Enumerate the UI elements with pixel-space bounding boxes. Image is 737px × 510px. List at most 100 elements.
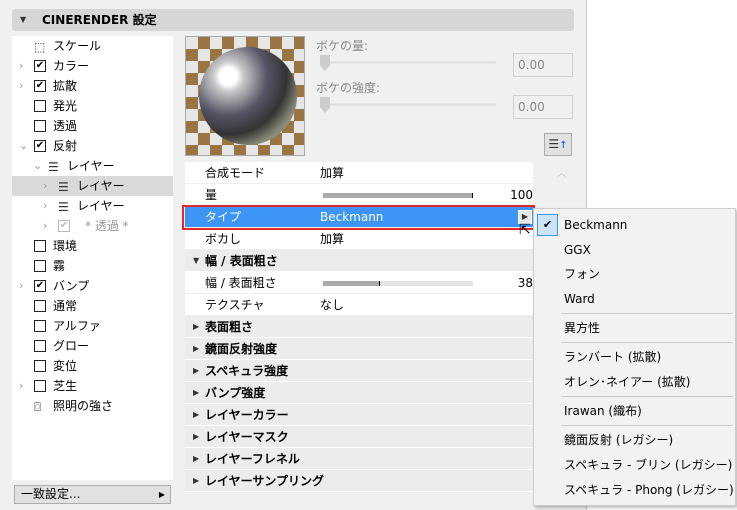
menu-item-label: Ward [564, 292, 595, 306]
tree-item[interactable]: グロー [12, 336, 173, 356]
tree-item[interactable]: 通常 [12, 296, 173, 316]
checkbox[interactable]: ✔ [34, 280, 46, 292]
bokeh-strength-field[interactable]: 0.00 [513, 95, 573, 119]
tree-item[interactable]: ⌄ ☰ レイヤー [12, 156, 173, 176]
collapsed-group[interactable]: ▶ 表面粗さ [185, 316, 533, 338]
tree-item[interactable]: 発光 [12, 96, 173, 116]
chevron-right-icon[interactable]: › [43, 196, 47, 216]
tree-item[interactable]: ⌄ ✔ 反射 [12, 136, 173, 156]
tree-item[interactable]: › ✔ バンプ [12, 276, 173, 296]
tree-item[interactable]: › ☰ レイヤー [12, 176, 173, 196]
tree-item[interactable]: › 芝生 [12, 376, 173, 396]
export-settings-button[interactable]: ☰↑ [544, 133, 572, 156]
checkbox[interactable] [34, 260, 46, 272]
tree-item-label: スケール [53, 39, 102, 53]
menu-item-label: Irawan (織布) [564, 404, 642, 418]
scroll-up-icon[interactable]: ︿ [557, 166, 566, 179]
checkbox[interactable] [34, 300, 46, 312]
checkbox[interactable]: ✔ [34, 60, 46, 72]
menu-item[interactable]: ランバート (拡散) [534, 345, 735, 369]
tree-item[interactable]: › ✔ カラー [12, 56, 173, 76]
chevron-right-icon[interactable]: › [43, 176, 47, 196]
checkbox[interactable] [34, 100, 46, 112]
tree-item-label: カラー [53, 59, 90, 73]
scale-icon: ⬚ [34, 40, 46, 54]
menu-item[interactable]: スペキュラ - ブリン (レガシー) [534, 453, 735, 477]
bokeh-strength-thumb[interactable] [320, 97, 330, 113]
menu-item[interactable]: ✔ Beckmann [534, 213, 735, 237]
collapsed-group[interactable]: ▶ レイヤーマスク [185, 426, 533, 448]
checkbox[interactable]: ✔ [58, 220, 70, 232]
tree-item[interactable]: 環境 [12, 236, 173, 256]
checkbox[interactable] [34, 340, 46, 352]
prop-value[interactable]: なし [320, 294, 344, 316]
bokeh-amount-thumb[interactable] [320, 55, 330, 71]
checkbox[interactable] [34, 240, 46, 252]
tree-item[interactable]: › ✔ * 透過 * [12, 216, 173, 236]
bokeh-strength-slider[interactable] [320, 103, 496, 106]
menu-item[interactable]: スペキュラ - Phong (レガシー) [534, 478, 735, 502]
menu-separator [561, 396, 733, 397]
collapsed-triangle-icon: ▶ [193, 344, 200, 353]
menu-item[interactable]: Ward [534, 287, 735, 311]
collapsed-group[interactable]: ▶ 鏡面反射強度 [185, 338, 533, 360]
menu-item[interactable]: フォン [534, 262, 735, 286]
menu-item[interactable]: Irawan (織布) [534, 399, 735, 423]
chevron-right-icon[interactable]: › [19, 56, 23, 76]
menu-item[interactable]: オレン･ネイアー (拡散) [534, 370, 735, 394]
prop-row-width[interactable]: 幅 / 表面粗さ 38 [185, 272, 533, 294]
preview-sphere [199, 47, 297, 145]
tree-item-label: レイヤー [77, 179, 125, 193]
chevron-down-icon[interactable]: ⌄ [33, 156, 42, 176]
tree-item[interactable]: ⌼ 照明の強さ [12, 396, 173, 416]
group-label: 表面粗さ [205, 320, 254, 334]
chevron-right-icon[interactable]: › [43, 216, 47, 236]
collapsed-group[interactable]: ▶ スペキュラ強度 [185, 360, 533, 382]
prop-row-blur[interactable]: ボカし 加算 [185, 228, 533, 250]
checkbox[interactable]: ✔ [34, 140, 46, 152]
chevron-right-icon[interactable]: › [19, 276, 23, 296]
prop-row-amount[interactable]: 量 100 [185, 184, 533, 206]
checkbox[interactable] [34, 360, 46, 372]
light-intensity-icon: ⌼ [34, 400, 42, 414]
menu-item-label: フォン [564, 267, 601, 281]
checkbox[interactable]: ✔ [34, 80, 46, 92]
chevron-right-icon[interactable]: › [19, 376, 23, 396]
tree-item[interactable]: ⬚ スケール [12, 36, 173, 56]
amount-slider[interactable] [323, 193, 473, 198]
checkbox[interactable] [34, 120, 46, 132]
prop-label: 量 [205, 188, 218, 202]
amount-value[interactable]: 100 [493, 184, 533, 206]
width-slider[interactable] [323, 281, 473, 286]
collapsed-group[interactable]: ▶ レイヤーサンプリング [185, 470, 533, 492]
collapsed-group[interactable]: ▶ バンプ強度 [185, 382, 533, 404]
match-settings-button[interactable]: 一致設定... ▶ [14, 485, 171, 504]
tree-item[interactable]: 透過 [12, 116, 173, 136]
menu-item[interactable]: 異方性 [534, 316, 735, 340]
tree-item[interactable]: › ☰ レイヤー [12, 196, 173, 216]
chevron-right-icon[interactable]: › [19, 76, 23, 96]
collapsed-group[interactable]: ▶ レイヤーフレネル [185, 448, 533, 470]
tree-item[interactable]: 変位 [12, 356, 173, 376]
checkbox[interactable] [34, 320, 46, 332]
collapsed-group[interactable]: ▶ レイヤーカラー [185, 404, 533, 426]
panel-header[interactable]: ▼ CINERENDER 設定 [12, 9, 574, 31]
menu-item-label: ランバート (拡散) [564, 350, 662, 364]
tree-item-label: レイヤー [67, 159, 115, 173]
bokeh-amount-field[interactable]: 0.00 [513, 53, 573, 77]
prop-label: 幅 / 表面粗さ [205, 276, 277, 290]
menu-item[interactable]: 鏡面反射 (レガシー) [534, 428, 735, 452]
prop-row-texture[interactable]: テクスチャ なし [185, 294, 533, 316]
menu-item[interactable]: GGX [534, 238, 735, 262]
tree-item[interactable]: アルファ [12, 316, 173, 336]
prop-value[interactable]: 加算 [320, 162, 344, 184]
checkbox[interactable] [34, 380, 46, 392]
tree-item[interactable]: 霧 [12, 256, 173, 276]
chevron-down-icon[interactable]: ⌄ [19, 136, 28, 156]
group-width-roughness[interactable]: ▼ 幅 / 表面粗さ [185, 250, 533, 272]
width-value[interactable]: 38 [493, 272, 533, 294]
prop-value[interactable]: 加算 [320, 228, 344, 250]
prop-row-blend-mode[interactable]: 合成モード 加算 [185, 162, 533, 184]
bokeh-amount-slider[interactable] [320, 61, 496, 64]
tree-item[interactable]: › ✔ 拡散 [12, 76, 173, 96]
